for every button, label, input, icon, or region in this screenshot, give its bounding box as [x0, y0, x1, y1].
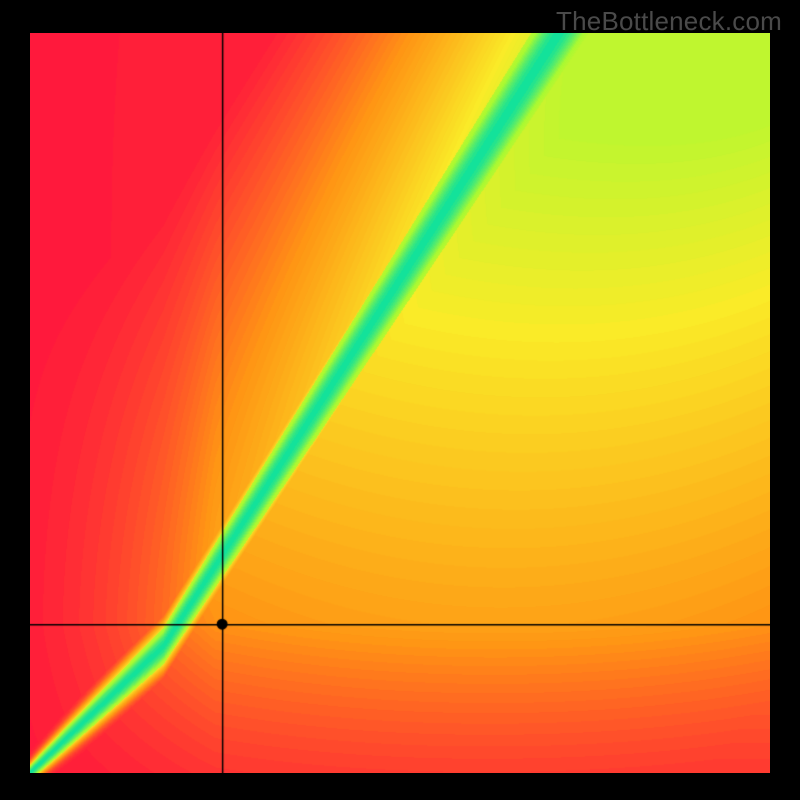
chart-frame: TheBottleneck.com — [0, 0, 800, 800]
heatmap-canvas — [30, 33, 770, 773]
